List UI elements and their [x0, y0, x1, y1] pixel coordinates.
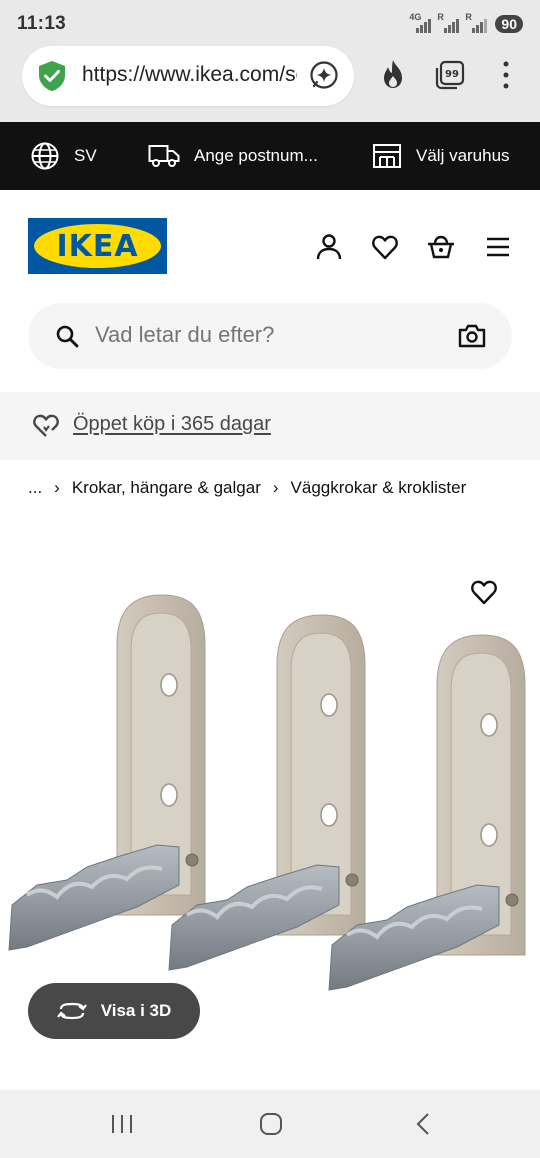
language-label: SV — [74, 146, 97, 165]
tab-count: 99 — [445, 69, 459, 80]
battery-indicator: 90 — [495, 15, 523, 33]
top-utility-bar: SV Ange postnum... Välj varuhus — [0, 122, 540, 190]
chevron-right-icon: › — [54, 478, 60, 497]
language-selector[interactable]: SV — [30, 122, 97, 190]
user-icon[interactable] — [315, 233, 343, 261]
promo-link[interactable]: Öppet köp i 365 dagar — [73, 413, 271, 436]
status-icons: 4G R R 90 — [409, 12, 523, 35]
view-3d-label: Visa i 3D — [100, 1001, 172, 1020]
more-vertical-icon[interactable] — [496, 60, 516, 90]
system-navigation-bar — [0, 1090, 540, 1158]
favorite-heart-icon[interactable] — [470, 578, 498, 606]
home-icon[interactable] — [259, 1112, 283, 1136]
breadcrumb-item[interactable]: Krokar, hängare & galgar — [72, 478, 261, 498]
network-signal-icon: 4G — [409, 12, 432, 33]
shopping-basket-icon[interactable] — [426, 233, 456, 261]
menu-icon[interactable] — [485, 233, 511, 261]
site-header: IKEA — [0, 190, 540, 295]
tabs-icon[interactable]: 99 — [434, 59, 466, 91]
browser-toolbar: https://www.ikea.com/se/sv/ 99 — [0, 46, 540, 122]
postal-code-selector[interactable]: Ange postnum... — [148, 122, 318, 190]
return-heart-icon — [33, 414, 59, 437]
address-bar[interactable]: https://www.ikea.com/se/sv/ — [22, 46, 354, 106]
breadcrumb-ellipsis[interactable]: ... — [28, 478, 42, 498]
globe-icon — [31, 142, 59, 170]
rotate-3d-icon — [56, 1002, 87, 1020]
sim2-signal-icon: R — [465, 12, 488, 33]
postal-code-label: Ange postnum... — [194, 146, 318, 165]
status-bar: 11:13 4G R R 90 — [0, 0, 540, 46]
search-input[interactable] — [95, 322, 445, 348]
sim2-roaming-label: R — [465, 12, 472, 22]
view-3d-button[interactable]: Visa i 3D — [28, 983, 200, 1039]
back-icon[interactable] — [413, 1112, 433, 1136]
breadcrumb: ... › Krokar, hängare & galgar › Väggkro… — [28, 478, 466, 498]
heart-icon[interactable] — [371, 233, 399, 261]
chevron-right-icon: › — [272, 478, 279, 497]
search-icon — [56, 325, 79, 348]
delivery-truck-icon — [148, 145, 180, 167]
sim1-signal-icon: R — [437, 12, 460, 33]
url-text[interactable]: https://www.ikea.com/se/sv/ — [82, 63, 297, 87]
sparkle-icon[interactable] — [309, 60, 339, 90]
sim1-roaming-label: R — [437, 12, 444, 22]
promo-banner: Öppet köp i 365 dagar — [0, 392, 540, 460]
camera-icon[interactable] — [458, 323, 486, 349]
store-icon — [373, 144, 401, 168]
breadcrumb-item[interactable]: Väggkrokar & kroklister — [291, 478, 467, 498]
logo-text: IKEA — [56, 228, 139, 264]
shield-check-icon[interactable] — [36, 59, 68, 93]
store-selector[interactable]: Välj varuhus — [372, 122, 510, 190]
search-bar[interactable] — [28, 303, 512, 369]
recent-apps-icon[interactable] — [110, 1112, 134, 1136]
flame-icon[interactable] — [378, 58, 408, 90]
status-time: 11:13 — [17, 13, 67, 34]
ikea-logo[interactable]: IKEA — [28, 218, 167, 274]
store-label: Välj varuhus — [416, 146, 510, 165]
